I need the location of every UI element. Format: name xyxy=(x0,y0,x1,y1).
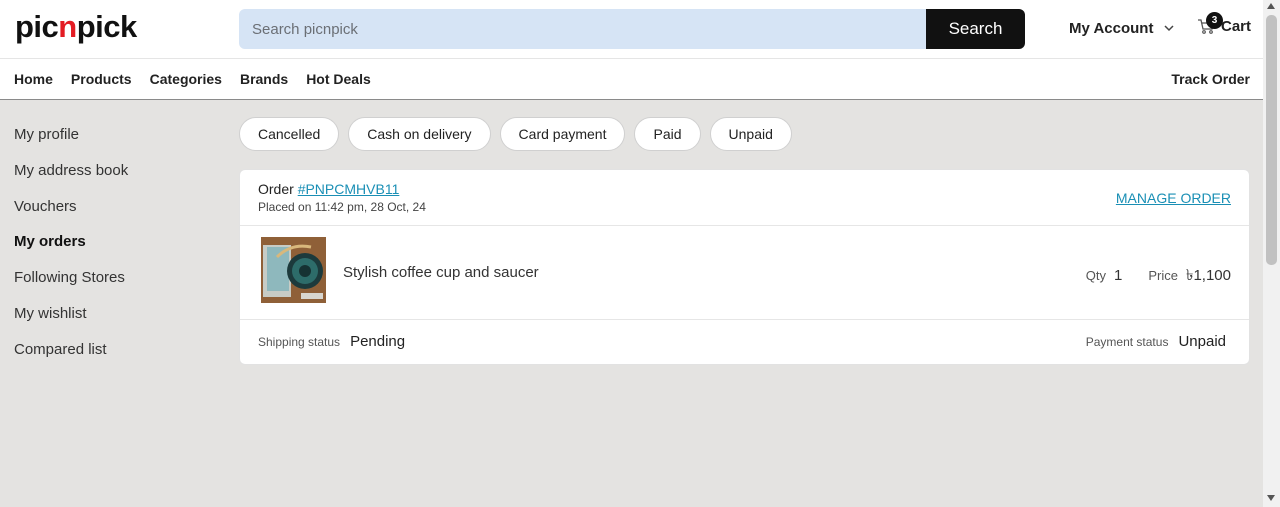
order-card: Order #PNPCMHVB11 Placed on 11:42 pm, 28… xyxy=(239,169,1250,365)
cart-count-badge: 3 xyxy=(1206,12,1223,29)
payment-status: Payment status Unpaid xyxy=(1086,333,1226,350)
product-name[interactable]: Stylish coffee cup and saucer xyxy=(343,264,539,281)
sidebar-item-following-stores[interactable]: Following Stores xyxy=(14,269,128,305)
nav-products[interactable]: Products xyxy=(71,71,132,87)
sidebar-item-compared-list[interactable]: Compared list xyxy=(14,341,128,377)
logo-part-n: n xyxy=(58,9,77,44)
scrollbar-thumb[interactable] xyxy=(1266,15,1277,265)
qty-label: Qty xyxy=(1085,268,1107,283)
account-sidebar: My profile My address book Vouchers My o… xyxy=(14,126,128,377)
order-line-item: Stylish coffee cup and saucer Qty 1 Pric… xyxy=(240,226,1249,320)
scroll-up-arrow-icon[interactable] xyxy=(1267,3,1275,9)
logo-part-pic: pic xyxy=(15,9,59,44)
cart-button[interactable]: 3 Cart xyxy=(1197,12,1252,35)
nav-home[interactable]: Home xyxy=(14,71,53,87)
qty-value: 1 xyxy=(1114,267,1123,284)
sidebar-item-my-profile[interactable]: My profile xyxy=(14,126,128,162)
search-button[interactable]: Search xyxy=(926,9,1025,49)
shipping-status-label: Shipping status xyxy=(258,335,341,349)
price-value: ৳1,100 xyxy=(1185,267,1231,284)
nav-hot-deals[interactable]: Hot Deals xyxy=(306,71,371,87)
sidebar-item-address-book[interactable]: My address book xyxy=(14,162,128,198)
payment-status-value: Unpaid xyxy=(1178,333,1226,350)
filter-cash-on-delivery[interactable]: Cash on delivery xyxy=(348,117,491,151)
item-qty-price: Qty 1 Price ৳1,100 xyxy=(1086,264,1231,289)
nav-links: Home Products Categories Brands Hot Deal… xyxy=(14,71,371,87)
price-label: Price xyxy=(1148,268,1178,283)
order-id-link[interactable]: #PNPCMHVB11 xyxy=(298,181,400,197)
filter-cancelled[interactable]: Cancelled xyxy=(239,117,340,151)
logo-part-pick: pick xyxy=(76,9,138,44)
scroll-down-arrow-icon[interactable] xyxy=(1267,495,1275,501)
page-scrollbar[interactable] xyxy=(1263,0,1280,507)
product-thumbnail[interactable] xyxy=(261,237,326,303)
filter-card-payment[interactable]: Card payment xyxy=(499,117,626,151)
track-order-link[interactable]: Track Order xyxy=(1171,71,1250,87)
shipping-status: Shipping status Pending xyxy=(258,333,405,350)
top-header: picnpick Search My Account 3 Cart xyxy=(0,0,1263,59)
order-placed-date: Placed on 11:42 pm, 28 Oct, 24 xyxy=(258,200,426,214)
my-account-menu[interactable]: My Account xyxy=(1069,20,1175,37)
nav-categories[interactable]: Categories xyxy=(150,71,222,87)
filter-paid[interactable]: Paid xyxy=(634,117,701,151)
chevron-down-icon xyxy=(1164,24,1174,31)
filter-unpaid[interactable]: Unpaid xyxy=(709,117,792,151)
order-card-header: Order #PNPCMHVB11 Placed on 11:42 pm, 28… xyxy=(240,170,1249,226)
order-label: Order xyxy=(258,181,298,197)
nav-brands[interactable]: Brands xyxy=(240,71,288,87)
page: picnpick Search My Account 3 Cart Home P… xyxy=(0,0,1263,507)
sidebar-item-wishlist[interactable]: My wishlist xyxy=(14,305,128,341)
main-nav: Home Products Categories Brands Hot Deal… xyxy=(0,59,1263,100)
order-status-row: Shipping status Pending Payment status U… xyxy=(240,320,1249,365)
sidebar-item-my-orders[interactable]: My orders xyxy=(14,233,128,269)
manage-order-link[interactable]: MANAGE ORDER xyxy=(1116,190,1231,206)
order-title: Order #PNPCMHVB11 xyxy=(258,181,399,197)
shipping-status-value: Pending xyxy=(350,333,406,350)
picnpick-logo[interactable]: picnpick xyxy=(15,9,137,45)
search-bar: Search xyxy=(239,9,1025,49)
payment-status-label: Payment status xyxy=(1085,335,1169,349)
order-filter-chips: Cancelled Cash on delivery Card payment … xyxy=(239,117,792,151)
search-input[interactable] xyxy=(239,9,926,49)
sidebar-item-vouchers[interactable]: Vouchers xyxy=(14,198,128,234)
cart-label: Cart xyxy=(1221,17,1252,35)
my-account-label: My Account xyxy=(1069,20,1154,37)
